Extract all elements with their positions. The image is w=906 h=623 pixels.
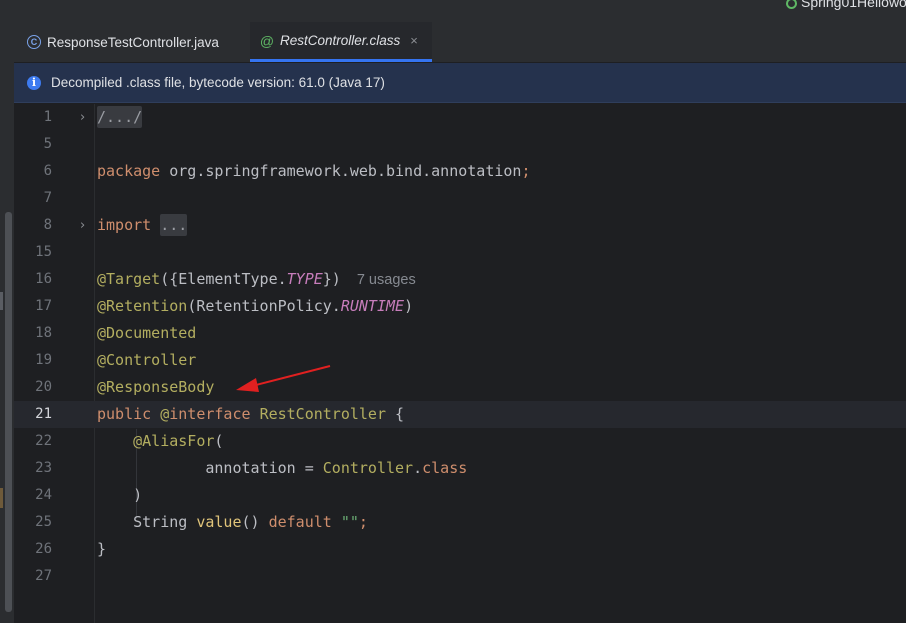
bookmark-marker[interactable]	[0, 488, 3, 508]
string-token: ""	[340, 513, 359, 531]
tab-label: ResponseTestController.java	[47, 34, 219, 50]
code-line[interactable]: 23 annotation = Controller.class	[14, 455, 906, 482]
line-number: 19	[35, 352, 52, 368]
code-line[interactable]: 1 › /.../	[14, 104, 906, 131]
folded-region[interactable]: /.../	[97, 106, 143, 128]
tool-window-marker[interactable]	[0, 292, 3, 310]
code-text: (RetentionPolicy.	[187, 297, 341, 315]
code-line[interactable]: 15	[14, 239, 906, 266]
code-line[interactable]: 26 }	[14, 536, 906, 563]
annotation-token: @Controller	[97, 351, 197, 369]
response-body-annotation: @ResponseBody	[97, 378, 215, 396]
code-editor[interactable]: 1 › /.../ 5 6 package org.springframewor…	[14, 104, 906, 623]
brace-token: }	[97, 540, 107, 558]
keyword-token: package	[97, 162, 161, 180]
code-line[interactable]: 17 @Retention(RetentionPolicy.RUNTIME)	[14, 293, 906, 320]
code-text: })	[322, 270, 341, 288]
semicolon-token: ;	[521, 162, 531, 180]
class-name-token: Controller	[322, 459, 414, 477]
annotation-token: @AliasFor	[133, 432, 215, 450]
folded-imports[interactable]: ...	[160, 214, 188, 236]
decompiled-notice-banner: i Decompiled .class file, bytecode versi…	[14, 63, 906, 103]
keyword-token: public	[97, 405, 152, 423]
code-line[interactable]: 8 › import ...	[14, 212, 906, 239]
line-number: 8	[43, 217, 52, 233]
vertical-scrollbar[interactable]	[5, 212, 12, 612]
close-icon[interactable]: ×	[410, 33, 418, 48]
line-number: 27	[35, 568, 52, 584]
class-c-icon: C	[27, 35, 41, 49]
line-number: 18	[35, 325, 52, 341]
code-line[interactable]: 22 @AliasFor(	[14, 428, 906, 455]
fold-chevron-icon[interactable]: ›	[80, 104, 90, 131]
line-number: 20	[35, 379, 52, 395]
code-line[interactable]: 25 String value() default "";	[14, 509, 906, 536]
paren-token: ()	[241, 513, 269, 531]
banner-text: Decompiled .class file, bytecode version…	[51, 75, 385, 90]
line-number: 6	[43, 163, 52, 179]
editor-tab-bar: C ResponseTestController.java @ RestCont…	[14, 22, 906, 63]
annotation-token: @Target	[97, 270, 161, 288]
constant-token: RUNTIME	[340, 297, 405, 315]
paren-token: )	[133, 486, 143, 504]
line-number: 25	[35, 514, 52, 530]
tab-response-test-controller[interactable]: C ResponseTestController.java	[14, 22, 246, 62]
annotation-at-icon: @	[259, 32, 275, 49]
at-token: @	[160, 405, 170, 423]
code-line[interactable]: 5	[14, 131, 906, 158]
current-code-line[interactable]: 21 public @interface RestController {	[14, 401, 906, 428]
line-number: 1	[43, 109, 52, 125]
keyword-token: interface	[169, 405, 251, 423]
line-number: 5	[43, 136, 52, 152]
code-line[interactable]: 16 @Target({ElementType.TYPE}) 7 usages	[14, 266, 906, 293]
code-line[interactable]: 24 )	[14, 482, 906, 509]
line-number: 15	[35, 244, 52, 260]
keyword-token: import	[97, 216, 152, 234]
code-line[interactable]: 27	[14, 563, 906, 590]
package-name: org.springframework.web.bind.annotation	[169, 162, 522, 180]
line-number: 21	[35, 406, 52, 422]
keyword-token: class	[422, 459, 468, 477]
code-text: ({ElementType.	[160, 270, 287, 288]
project-label: Spring01Hellowo	[801, 0, 906, 10]
tab-rest-controller[interactable]: @ RestController.class ×	[250, 22, 432, 62]
line-number: 24	[35, 487, 52, 503]
code-line[interactable]: 6 package org.springframework.web.bind.a…	[14, 158, 906, 185]
line-number: 16	[35, 271, 52, 287]
brace-token: {	[395, 405, 405, 423]
code-line[interactable]: 18 @Documented	[14, 320, 906, 347]
line-number: 22	[35, 433, 52, 449]
project-selector[interactable]: Spring01Hellowo	[786, 0, 906, 10]
line-number: 7	[43, 190, 52, 206]
type-token: String	[133, 513, 197, 531]
line-number: 23	[35, 460, 52, 476]
run-status-icon	[786, 0, 797, 9]
method-name-token: value	[196, 513, 242, 531]
class-name-token: RestController	[259, 405, 386, 423]
line-number: 17	[35, 298, 52, 314]
keyword-token: default	[268, 513, 332, 531]
paren-token: (	[214, 432, 224, 450]
info-icon: i	[27, 75, 41, 90]
left-tool-strip	[0, 22, 14, 623]
code-text: )	[404, 297, 414, 315]
annotation-token: @Retention	[97, 297, 188, 315]
tab-label: RestController.class	[280, 33, 401, 48]
dot-token: .	[413, 459, 423, 477]
code-line[interactable]: 7	[14, 185, 906, 212]
semicolon-token: ;	[358, 513, 368, 531]
code-line[interactable]: 20 @ResponseBody	[14, 374, 906, 401]
code-line[interactable]: 19 @Controller	[14, 347, 906, 374]
line-number: 26	[35, 541, 52, 557]
attribute-token: annotation =	[205, 459, 323, 477]
constant-token: TYPE	[286, 270, 323, 288]
usages-hint[interactable]: 7 usages	[357, 272, 416, 288]
title-bar: Spring01Hellowo	[0, 0, 906, 22]
annotation-token: @Documented	[97, 324, 197, 342]
fold-chevron-icon[interactable]: ›	[80, 212, 90, 239]
